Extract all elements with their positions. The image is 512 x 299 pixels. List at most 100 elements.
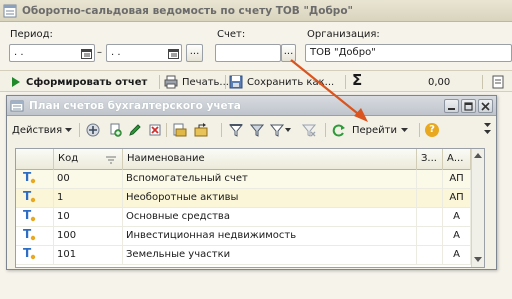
chevron-down-icon bbox=[401, 128, 408, 132]
calendar-icon[interactable] bbox=[167, 45, 180, 61]
play-icon bbox=[12, 77, 20, 87]
toolbar-separator bbox=[221, 123, 222, 137]
cell-code: 00 bbox=[54, 170, 123, 189]
goto-menu[interactable]: Перейти bbox=[352, 122, 409, 138]
svg-text:T: T bbox=[23, 170, 32, 184]
header-icon-column bbox=[16, 149, 54, 170]
svg-text:T: T bbox=[23, 246, 32, 260]
folder-up-icon[interactable] bbox=[193, 122, 209, 138]
toolbar-overflow-icon[interactable] bbox=[483, 119, 492, 139]
document-icon[interactable] bbox=[492, 74, 504, 90]
accounts-table[interactable]: Код Наименование З... А... T 00 Вспомога… bbox=[15, 148, 485, 268]
svg-text:T: T bbox=[23, 189, 32, 203]
table-row[interactable]: T 100 Инвестиционная недвижимость А bbox=[16, 227, 484, 246]
account-icon: T bbox=[16, 208, 54, 227]
svg-text:T: T bbox=[23, 208, 32, 222]
cell-name: Земельные участки bbox=[123, 246, 417, 265]
filter-settings-icon[interactable] bbox=[228, 122, 244, 138]
dialog-toolbar: Действия Перейти ? bbox=[9, 119, 494, 141]
account-input[interactable] bbox=[215, 44, 281, 62]
print-label: Печать... bbox=[182, 76, 229, 88]
hierarchy-icon[interactable] bbox=[172, 122, 188, 138]
minimize-button[interactable] bbox=[444, 99, 459, 113]
cell-name: Вспомогательный счет bbox=[123, 170, 417, 189]
refresh-icon[interactable] bbox=[331, 122, 347, 138]
delete-icon[interactable] bbox=[147, 122, 163, 138]
maximize-button[interactable] bbox=[461, 99, 476, 113]
cell-code: 101 bbox=[54, 246, 123, 265]
cell-code: 100 bbox=[54, 227, 123, 246]
main-window-titlebar: Оборотно-сальдовая ведомость по счету ТО… bbox=[0, 0, 512, 22]
header-code[interactable]: Код bbox=[54, 149, 123, 170]
cell-a: А bbox=[443, 208, 471, 227]
cell-z bbox=[417, 227, 443, 246]
period-select-button[interactable]: ... bbox=[186, 44, 203, 62]
cell-z bbox=[417, 208, 443, 227]
save-as-button[interactable]: Сохранить как... bbox=[229, 74, 334, 90]
generate-report-label: Сформировать отчет bbox=[26, 76, 148, 88]
dialog-titlebar: План счетов бухгалтерского учета bbox=[7, 96, 496, 116]
clear-filter-icon[interactable] bbox=[301, 122, 317, 138]
edit-icon[interactable] bbox=[127, 122, 143, 138]
cell-name: Необоротные активы bbox=[123, 189, 417, 208]
scroll-up-icon[interactable] bbox=[474, 153, 482, 158]
print-button[interactable]: Печать... bbox=[164, 74, 229, 90]
header-z[interactable]: З... bbox=[417, 149, 443, 170]
cell-z bbox=[417, 246, 443, 265]
account-select-button[interactable]: ... bbox=[281, 44, 296, 62]
save-as-label: Сохранить как... bbox=[247, 76, 335, 88]
generate-report-button[interactable]: Сформировать отчет bbox=[11, 74, 147, 90]
header-code-label: Код bbox=[58, 153, 79, 164]
toolbar-separator bbox=[166, 123, 167, 137]
toolbar-separator bbox=[159, 75, 160, 89]
cell-z bbox=[417, 170, 443, 189]
table-row[interactable]: T 10 Основные средства А bbox=[16, 208, 484, 227]
save-icon bbox=[229, 75, 243, 89]
scroll-down-icon[interactable] bbox=[474, 257, 482, 262]
cell-a: АП bbox=[443, 189, 471, 208]
header-a[interactable]: А... bbox=[443, 149, 471, 170]
cell-a: А bbox=[443, 246, 471, 265]
calendar-icon[interactable] bbox=[80, 45, 93, 61]
organization-input[interactable]: ТОВ "Добро" bbox=[305, 44, 512, 62]
period-dash: – bbox=[97, 47, 102, 58]
printer-icon bbox=[164, 75, 178, 89]
table-row[interactable]: T 101 Земельные участки А bbox=[16, 246, 484, 265]
organization-label: Организация: bbox=[307, 29, 380, 40]
minimize-icon bbox=[448, 107, 455, 110]
sum-icon[interactable]: Σ bbox=[352, 71, 362, 89]
header-name[interactable]: Наименование bbox=[123, 149, 417, 170]
filter-by-value-icon[interactable] bbox=[249, 122, 265, 138]
filter-history-icon[interactable] bbox=[270, 122, 292, 138]
cell-code: 1 bbox=[54, 189, 123, 208]
toolbar-separator bbox=[225, 75, 226, 89]
cell-name: Основные средства bbox=[123, 208, 417, 227]
account-icon: T bbox=[16, 170, 54, 189]
help-button[interactable]: ? bbox=[425, 122, 439, 138]
account-icon: T bbox=[16, 246, 54, 265]
dialog-title: План счетов бухгалтерского учета bbox=[29, 99, 241, 112]
chart-of-accounts-dialog: План счетов бухгалтерского учета Действи… bbox=[6, 95, 497, 270]
period-label: Период: bbox=[10, 29, 53, 40]
toolbar-separator bbox=[325, 123, 326, 137]
maximize-icon bbox=[464, 101, 473, 111]
table-row[interactable]: T 00 Вспомогательный счет АП bbox=[16, 170, 484, 189]
toolbar-separator bbox=[482, 75, 483, 89]
report-window-icon bbox=[3, 4, 17, 18]
chevron-down-icon bbox=[65, 128, 73, 132]
add-icon[interactable] bbox=[85, 122, 101, 138]
cell-name: Инвестиционная недвижимость bbox=[123, 227, 417, 246]
actions-menu[interactable]: Действия bbox=[12, 122, 73, 138]
svg-text:T: T bbox=[23, 227, 32, 241]
close-icon bbox=[481, 101, 490, 111]
copy-icon[interactable] bbox=[107, 122, 123, 138]
close-button[interactable] bbox=[478, 99, 493, 113]
account-label: Счет: bbox=[217, 29, 246, 40]
help-icon: ? bbox=[425, 123, 439, 137]
account-icon: T bbox=[16, 227, 54, 246]
main-window-title: Оборотно-сальдовая ведомость по счету ТО… bbox=[22, 4, 354, 17]
table-row[interactable]: T 1 Необоротные активы АП bbox=[16, 189, 484, 208]
cell-code: 10 bbox=[54, 208, 123, 227]
table-header: Код Наименование З... А... bbox=[16, 149, 484, 170]
table-scrollbar[interactable] bbox=[471, 149, 484, 267]
